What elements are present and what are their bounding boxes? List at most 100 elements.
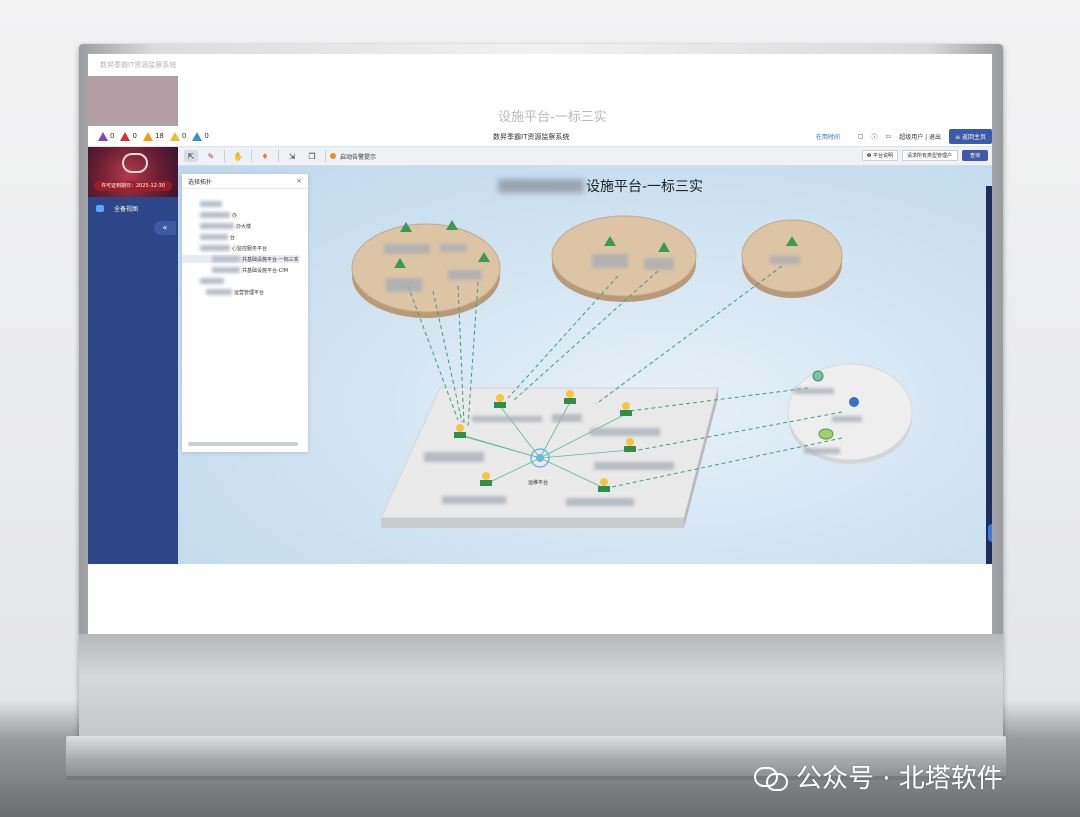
export-icon[interactable]: ⇲ [285,150,299,162]
toolbar-divider [278,150,279,162]
alarm-dot-icon [330,153,336,159]
online-link[interactable]: 在用时间 [816,132,840,141]
redacted-text [200,245,230,251]
alarm-toggle[interactable]: 启动告警提示 [330,152,376,161]
toolbar-divider [224,150,225,162]
hand-icon[interactable]: ✋ [231,150,245,162]
tree-scrollbar[interactable] [188,442,298,446]
server-node-icon[interactable] [812,370,824,382]
sidebar-item-views[interactable]: 全备视图 [88,201,178,215]
alert-count: 18 [154,132,164,140]
ghost-map-title: 设施平台-一标三实 [498,110,607,125]
right-edge-panel [986,186,992,576]
toolbar-divider [325,150,326,162]
tree-item[interactable]: 办 [182,211,237,219]
home-button[interactable]: ≡ 返回主页 [949,128,992,144]
bell-icon[interactable]: ♦ [258,150,272,162]
redacted-text [200,223,234,229]
storage-node-icon[interactable] [818,428,834,440]
alert-counter[interactable]: 0 [98,131,115,141]
select-icon[interactable]: ⇱ [184,150,198,162]
monitor-chin [79,634,1003,740]
tree-item-label: 办大楼 [236,223,252,230]
sidebar: 许可证到期日：2025-12-30 全备视图 « [88,147,178,564]
map-title: 设施平台-一标三实 [498,176,703,196]
redacted-title-part [498,179,584,193]
tree-panel-header: 选择拓扑 × [182,174,308,189]
ghost-banner [88,76,178,126]
edit-icon[interactable]: ✎ [204,150,218,162]
wechat-icon [754,764,788,791]
close-icon[interactable]: × [296,177,302,185]
warning-triangle-icon [98,131,108,141]
ghost-alert-bar: 数昇季霸IT资源监察系统 [88,54,992,76]
tree-item[interactable] [182,277,226,285]
tree-panel-title: 选择拓扑 [188,178,213,186]
app-window: 0 0 18 0 0 数昇季霸IT资源监察系统 在用时间 ▢ ⓘ ▭ 超级用户 | 退出… [88,126,992,576]
tree-item[interactable]: 办大楼 [182,222,251,230]
right-expand-handle[interactable] [988,524,992,542]
watermark-text: 公众号 · 北塔软件 [796,764,1003,794]
redacted-text [212,267,240,273]
tree-item[interactable]: 共基础设施平台-一标三实 [182,255,299,263]
hub-label: 运维平台 [528,479,548,486]
header-tools: 在用时间 ▢ ⓘ ▭ 超级用户 | 退出 ≡ 返回主页 [816,126,992,146]
monitor-icon [96,204,104,212]
info-icon[interactable]: ⓘ [872,132,878,141]
tree-item[interactable]: 共基础设施平台-CIM [182,266,288,274]
tree-item[interactable]: 台 [182,233,235,241]
tree-item-label: 办 [232,212,238,219]
warning-triangle-icon [120,131,131,141]
redacted-text [200,212,230,218]
toolbar: ⇱ ✎ ✋ ♦ ⇲ ❐ 启动告警提示 ❷ 平台说明 请求所有类型管理户 查询 [178,147,992,166]
platform-front [381,518,684,528]
screen: 数昇季霸IT资源监察系统 设施平台-一标三实 0 0 18 0 0 数昇季霸IT资源监察… [88,54,992,634]
alarm-toggle-label: 启动告警提示 [340,153,377,161]
message-icon[interactable]: ▢ [858,133,864,140]
user-menu[interactable]: 超级用户 | 退出 [899,132,941,141]
redacted-text [200,278,224,284]
alert-counter[interactable]: 18 [142,131,164,141]
app-title: 数昇季霸IT资源监察系统 [493,133,570,141]
query-button[interactable]: 查询 [961,150,988,161]
help-button[interactable]: ❷ 平台说明 [861,150,898,161]
copy-icon[interactable]: ❐ [305,150,319,162]
tree-item[interactable]: 运营管理平台 [182,288,264,296]
alert-count: 0 [132,132,137,140]
tree-item-label: 共基础设施平台-一标三实 [242,256,299,263]
warning-triangle-icon [142,131,153,141]
tree-item-label: 台 [230,234,236,241]
alert-count: 0 [110,132,115,140]
ghost-title-text: 数昇季霸IT资源监察系统 [100,61,177,69]
redacted-text [200,201,222,207]
ghost-header: 数昇季霸IT资源监察系统 设施平台-一标三实 [88,54,992,126]
watermark: 公众号 · 北塔软件 [754,758,1003,795]
redacted-text [206,289,232,295]
sidebar-item-label: 全备视图 [114,205,139,213]
alert-count: 0 [181,132,187,140]
hub-core [536,454,544,462]
chat-icon[interactable]: ▭ [886,133,892,140]
map-title-text: 设施平台-一标三实 [586,179,704,195]
license-banner: 许可证到期日：2025-12-30 [88,147,178,197]
warning-triangle-icon [169,131,180,141]
alert-counter[interactable]: 0 [192,131,209,141]
toolbar-divider [251,150,252,162]
tree-item-label: 心监控服务平台 [232,245,268,252]
topology-tree-panel: 选择拓扑 × 办办大楼台心监控服务平台共基础设施平台-一标三实 共基础设施平台-C… [182,174,308,452]
alert-counters: 0 0 18 0 0 [92,131,209,141]
screen-empty-area [88,564,992,634]
tree-item[interactable]: 心监控服务平台 [182,244,267,252]
tree-item-label: 运营管理平台 [234,289,265,296]
alert-counter[interactable]: 0 [169,131,187,141]
database-node-icon[interactable] [849,397,859,407]
zone-disc-1 [351,223,501,313]
tree-item[interactable] [182,200,224,208]
tree-item-label: 共基础设施平台-CIM [242,267,289,274]
collapse-sidebar-button[interactable]: « [154,221,176,235]
alert-counter[interactable]: 0 [120,131,137,141]
category-select[interactable]: 请求所有类型管理户 [901,150,958,161]
warning-triangle-icon [192,131,203,141]
redacted-text [212,256,240,262]
alert-bar: 0 0 18 0 0 数昇季霸IT资源监察系统 在用时间 ▢ ⓘ ▭ 超级用户 | 退出… [88,126,992,147]
